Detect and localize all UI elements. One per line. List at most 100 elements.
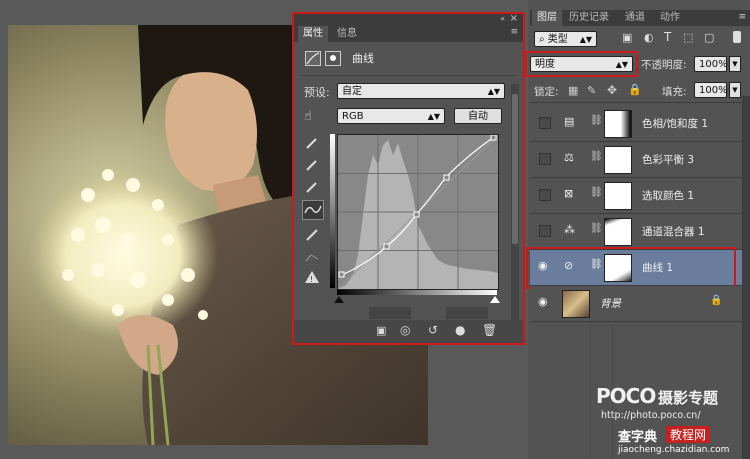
- channel-dropdown[interactable]: RGB ▲▼: [337, 108, 445, 124]
- curves-graph[interactable]: [337, 134, 499, 290]
- properties-scrollbar[interactable]: [511, 84, 519, 324]
- target-adjust-hand-icon[interactable]: ☝: [304, 109, 312, 124]
- white-point-slider[interactable]: [490, 296, 500, 303]
- link-chain-icon[interactable]: ⛓: [590, 223, 603, 234]
- layer-mask-thumbnail[interactable]: [604, 182, 632, 210]
- layer-mask-thumbnail[interactable]: [604, 110, 632, 138]
- tab-properties[interactable]: 属性: [298, 26, 328, 42]
- panel-empty-area: [590, 324, 591, 459]
- link-chain-icon[interactable]: ⛓: [590, 115, 603, 126]
- layer-filter-dropdown[interactable]: ⌕ 类型 ▲▼: [534, 31, 597, 47]
- curve-point-tool-icon[interactable]: [302, 200, 324, 220]
- trash-icon[interactable]: 🗑: [482, 323, 497, 337]
- poco-watermark: POCO 摄影专题 http://photo.poco.cn/: [596, 384, 746, 424]
- pencil-icon[interactable]: [305, 228, 319, 242]
- watermark-brand-text: 摄影专题: [658, 389, 719, 407]
- panel-menu-icon[interactable]: ≡: [738, 12, 746, 22]
- input-gradient-bar: [337, 290, 497, 295]
- input-value-field[interactable]: [369, 307, 411, 319]
- filter-type-icon[interactable]: T: [664, 30, 671, 44]
- filter-smart-object-icon[interactable]: ▢: [704, 31, 714, 44]
- layer-row-background[interactable]: ◉ 背景 🔒: [530, 286, 743, 322]
- lock-icon: 🔒: [710, 295, 723, 306]
- auto-button[interactable]: 自动: [454, 108, 502, 124]
- lock-brush-icon[interactable]: ✎: [587, 84, 596, 97]
- properties-panel: « × 属性 信息 ≡ 曲线 预设: 自定 ▲▼ ☝ RGB ▲▼ 自动 ! ▣…: [292, 12, 525, 345]
- curves-adjustment-icon: [305, 51, 321, 66]
- selective-color-icon: ⊠: [564, 187, 574, 200]
- properties-tabbar: 属性 信息 ≡: [294, 26, 523, 42]
- layer-mask-icon[interactable]: [325, 51, 341, 66]
- visibility-toggle[interactable]: [539, 153, 551, 165]
- black-point-slider[interactable]: [334, 296, 344, 303]
- blend-mode-dropdown[interactable]: 明度 ▲▼: [530, 56, 633, 72]
- clip-to-layer-icon[interactable]: ▣: [376, 324, 386, 337]
- opacity-value: 100%: [699, 59, 728, 70]
- layer-mask-thumbnail[interactable]: [604, 146, 632, 174]
- layer-name[interactable]: 选取颜色 1: [642, 188, 694, 203]
- chazidian-watermark: 查字典 教程网 jiaocheng.chazidian.com: [618, 426, 748, 459]
- reset-icon[interactable]: ↺: [428, 323, 438, 337]
- visibility-eye-icon[interactable]: ●: [455, 323, 465, 337]
- watermark-site-url: jiaocheng.chazidian.com: [618, 445, 730, 455]
- layer-row-color-balance[interactable]: ⚖ ⛓ 色彩平衡 3: [530, 142, 743, 178]
- visibility-toggle[interactable]: [539, 189, 551, 201]
- close-icon[interactable]: ×: [510, 13, 518, 24]
- opacity-slider-button[interactable]: ▼: [729, 56, 741, 72]
- layer-row-channel-mixer[interactable]: ⁂ ⛓ 通道混合器 1: [530, 214, 743, 250]
- gray-eyedropper-icon[interactable]: [305, 158, 319, 172]
- tab-channels[interactable]: 通道: [620, 10, 650, 26]
- svg-text:!: !: [310, 275, 313, 284]
- layer-mask-thumbnail[interactable]: [604, 218, 632, 246]
- fill-field[interactable]: 100%: [694, 82, 728, 98]
- chevron-down-icon: ▲▼: [579, 35, 592, 44]
- layer-name[interactable]: 色彩平衡 3: [642, 152, 694, 167]
- tab-layers[interactable]: 图层: [532, 10, 562, 26]
- chevron-down-icon: ▲▼: [615, 60, 628, 69]
- layer-name[interactable]: 色相/饱和度 1: [642, 116, 708, 131]
- tab-history[interactable]: 历史记录: [564, 10, 614, 26]
- layer-row-selective-color[interactable]: ⊠ ⛓ 选取颜色 1: [530, 178, 743, 214]
- lock-label: 锁定:: [534, 86, 559, 98]
- divider: [302, 75, 516, 76]
- layers-tabbar: 图层 历史记录 通道 动作 ≡: [530, 10, 750, 26]
- visibility-eye-icon[interactable]: ◉: [538, 295, 548, 308]
- selected-layer-highlight: [526, 247, 736, 289]
- panel-titlebar[interactable]: « ×: [294, 13, 523, 26]
- chevron-down-icon: ▲▼: [427, 112, 440, 121]
- layer-row-hue-saturation[interactable]: ▤ ⛓ 色相/饱和度 1: [530, 106, 743, 142]
- visibility-toggle[interactable]: [539, 117, 551, 129]
- channel-value: RGB: [342, 111, 364, 122]
- tab-info[interactable]: 信息: [332, 26, 362, 42]
- clipping-warning-icon[interactable]: !: [304, 270, 320, 284]
- black-eyedropper-icon[interactable]: [305, 136, 319, 150]
- preset-dropdown[interactable]: 自定 ▲▼: [337, 83, 505, 99]
- output-value-field[interactable]: [446, 307, 488, 319]
- balance-scale-icon: ⚖: [564, 151, 574, 164]
- lock-transparent-icon[interactable]: ▦: [568, 84, 578, 97]
- filter-shape-icon[interactable]: ⬚: [683, 31, 693, 44]
- link-chain-icon[interactable]: ⛓: [590, 187, 603, 198]
- layer-name[interactable]: 通道混合器 1: [642, 224, 705, 239]
- tab-actions[interactable]: 动作: [655, 10, 685, 26]
- filter-adjustment-icon[interactable]: ◐: [644, 31, 654, 44]
- opacity-field[interactable]: 100%: [694, 56, 728, 72]
- visibility-toggle[interactable]: [539, 225, 551, 237]
- background-photo-thumbnail[interactable]: [562, 290, 590, 318]
- filter-toggle-icon[interactable]: [733, 31, 741, 43]
- white-eyedropper-icon[interactable]: [305, 180, 319, 194]
- link-chain-icon[interactable]: ⛓: [590, 151, 603, 162]
- lock-all-icon[interactable]: 🔒: [628, 83, 642, 96]
- poco-logo: POCO: [596, 384, 656, 408]
- hue-saturation-icon: ▤: [564, 115, 575, 128]
- lock-move-icon[interactable]: ✥: [607, 83, 617, 97]
- layer-name[interactable]: 背景: [600, 296, 621, 311]
- smooth-curve-icon[interactable]: [305, 250, 319, 264]
- view-previous-state-icon[interactable]: ◎: [400, 323, 410, 337]
- filter-pixel-icon[interactable]: ▣: [622, 31, 632, 44]
- watermark-site-text2: 教程网: [666, 426, 711, 443]
- output-gradient-bar: [330, 134, 335, 288]
- collapse-icon[interactable]: «: [500, 14, 505, 23]
- fill-slider-button[interactable]: ▼: [729, 82, 741, 98]
- panel-menu-icon[interactable]: ≡: [510, 27, 518, 37]
